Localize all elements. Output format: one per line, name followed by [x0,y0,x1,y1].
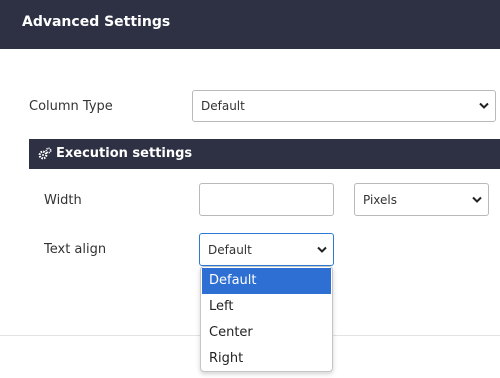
chevron-down-icon [472,196,482,203]
option-left[interactable]: Left [202,294,331,320]
text-align-select[interactable]: Default [199,233,334,266]
dialog-header: Advanced Settings [0,0,500,49]
chevron-down-icon [479,102,489,109]
width-input[interactable] [199,183,334,216]
width-unit-select[interactable]: Pixels [354,183,489,216]
text-align-dropdown: Default Left Center Right [200,266,333,372]
dialog-title: Advanced Settings [22,14,171,30]
option-default[interactable]: Default [202,268,331,294]
execution-settings-bar: Execution settings [29,139,500,169]
column-type-label: Column Type [29,99,113,114]
option-center[interactable]: Center [202,320,331,346]
text-align-label: Text align [44,242,107,257]
execution-settings-title: Execution settings [56,146,193,161]
cogs-icon [38,147,52,160]
width-unit-value: Pixels [363,192,398,207]
column-type-value: Default [201,99,245,113]
width-label: Width [44,193,82,208]
chevron-down-icon [317,246,327,253]
text-align-value: Default [208,242,252,257]
option-right[interactable]: Right [202,346,331,371]
column-type-select[interactable]: Default [192,90,496,122]
